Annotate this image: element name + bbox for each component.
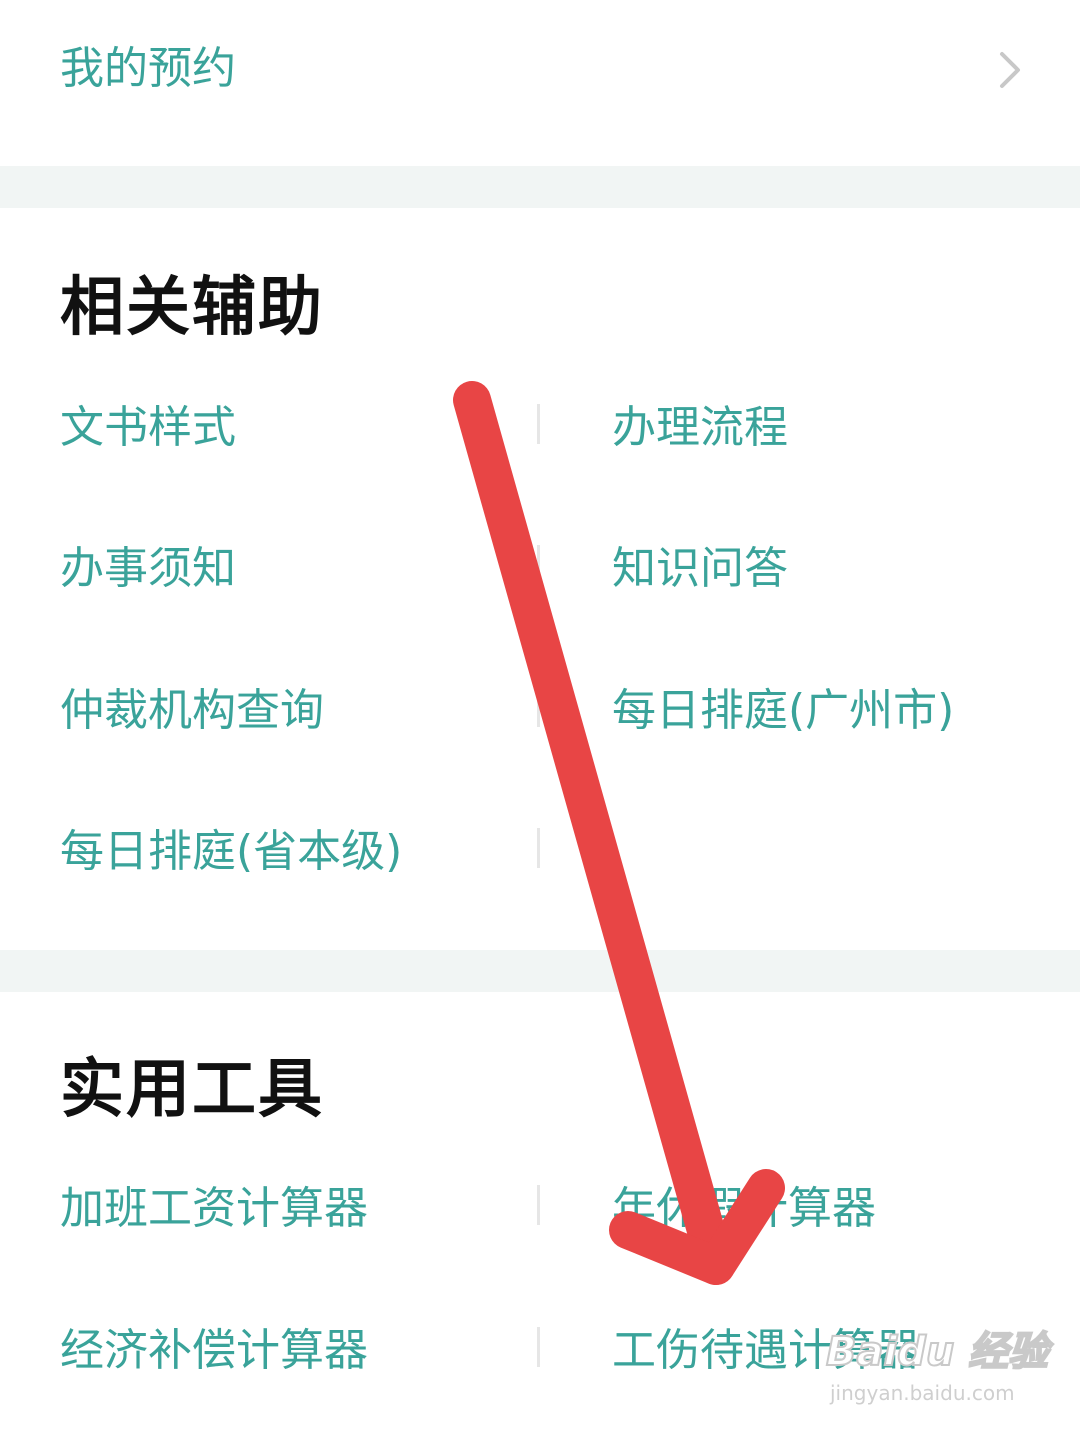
link-process-flow[interactable]: 办理流程 bbox=[612, 401, 788, 455]
divider bbox=[537, 1185, 540, 1225]
watermark-url: jingyan.baidu.com bbox=[830, 1381, 1015, 1405]
section-separator bbox=[0, 166, 1080, 208]
section-title-related-assist: 相关辅助 bbox=[60, 271, 324, 345]
divider bbox=[537, 828, 540, 868]
divider bbox=[537, 404, 540, 444]
divider bbox=[537, 545, 540, 585]
link-overtime-pay-calculator[interactable]: 加班工资计算器 bbox=[60, 1182, 368, 1236]
baidu-jingyan-watermark: Baidu 经验 jingyan.baidu.com bbox=[825, 1326, 1049, 1416]
my-appointment-row[interactable]: 我的预约 bbox=[0, 0, 1080, 166]
related-assist-section: 相关辅助 文书样式 办理流程 办事须知 知识问答 仲裁机构查询 每日排庭(广州市… bbox=[0, 208, 1080, 950]
link-daily-hearings-guangzhou[interactable]: 每日排庭(广州市) bbox=[612, 684, 954, 738]
link-arbitration-agency-search[interactable]: 仲裁机构查询 bbox=[60, 684, 324, 738]
section-title-practical-tools: 实用工具 bbox=[60, 1053, 324, 1127]
link-annual-leave-calculator[interactable]: 年休假计算器 bbox=[612, 1182, 876, 1236]
chevron-right-icon bbox=[1000, 52, 1020, 88]
link-document-templates[interactable]: 文书样式 bbox=[60, 401, 236, 455]
link-knowledge-qa[interactable]: 知识问答 bbox=[612, 542, 788, 596]
section-separator bbox=[0, 950, 1080, 992]
divider bbox=[537, 687, 540, 727]
watermark-logo: Baidu 经验 bbox=[825, 1328, 1049, 1376]
link-service-notes[interactable]: 办事须知 bbox=[60, 542, 236, 596]
my-appointment-label: 我的预约 bbox=[60, 43, 236, 94]
link-daily-hearings-province[interactable]: 每日排庭(省本级) bbox=[60, 825, 402, 879]
divider bbox=[537, 1327, 540, 1367]
link-economic-compensation-calculator[interactable]: 经济补偿计算器 bbox=[60, 1324, 368, 1378]
